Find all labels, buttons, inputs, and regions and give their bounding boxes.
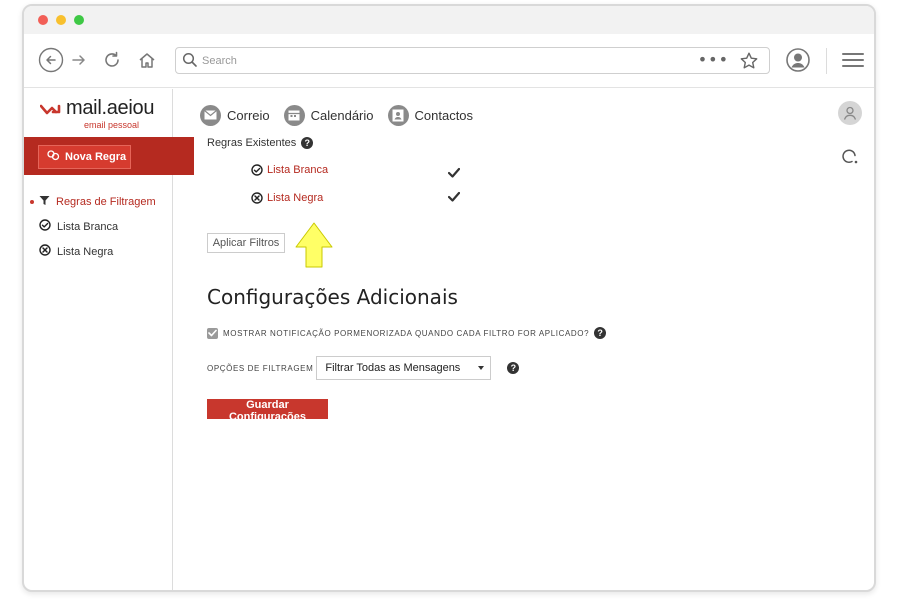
- more-actions-icon[interactable]: •••: [698, 50, 729, 69]
- address-bar[interactable]: •••: [175, 47, 770, 74]
- apply-filters-button[interactable]: Aplicar Filtros: [207, 233, 285, 253]
- help-icon[interactable]: ?: [507, 362, 520, 374]
- enabled-check-icon[interactable]: [447, 163, 461, 182]
- sidebar-item-label: Lista Negra: [57, 245, 114, 258]
- filter-options-row: OPÇÕES DE FILTRAGEM Filtrar Todas as Men…: [207, 356, 520, 380]
- calendar-icon: [283, 104, 305, 126]
- back-icon[interactable]: [38, 47, 64, 73]
- top-navigation: Correio Calendário Contactos: [200, 103, 473, 127]
- mail-icon: [200, 104, 221, 126]
- filter-options-value: Filtrar Todas as Mensagens: [325, 362, 461, 374]
- minimize-window-button[interactable]: [56, 15, 66, 25]
- search-input[interactable]: [202, 51, 682, 70]
- rule-link-whitelist[interactable]: Lista Branca: [267, 164, 328, 176]
- search-icon: [182, 52, 198, 72]
- caret-down-icon: [478, 366, 485, 370]
- contacts-icon: [387, 104, 409, 126]
- sidebar-item-whitelist[interactable]: Lista Branca: [24, 214, 173, 239]
- pointer-arrow-icon: [292, 221, 336, 275]
- help-icon[interactable]: ?: [301, 137, 314, 149]
- new-rule-band: Nova Regra: [24, 137, 194, 175]
- sidebar-menu: Regras de Filtragem Lista Branca Lista N…: [24, 189, 173, 264]
- nav-label: Calendário: [310, 107, 374, 123]
- mail-app: mail.aeiou email pessoal Nova Regra Regr…: [24, 89, 874, 590]
- notify-checkbox[interactable]: [207, 327, 218, 339]
- logo-tagline: email pessoal: [84, 120, 140, 130]
- sidebar-item-filter-rules[interactable]: Regras de Filtragem: [24, 189, 173, 214]
- rule-link-blacklist[interactable]: Lista Negra: [267, 192, 323, 204]
- active-bullet: [30, 200, 34, 204]
- nav-label: Correio: [227, 107, 270, 123]
- sidebar-item-blacklist[interactable]: Lista Negra: [24, 239, 173, 264]
- existing-rules-heading: Regras Existentes ?: [207, 137, 807, 149]
- toolbar-separator: [826, 48, 827, 74]
- title-bar: [24, 6, 874, 34]
- sidebar-item-label: Lista Branca: [57, 220, 119, 233]
- save-settings-button[interactable]: Guardar Configurações: [207, 399, 328, 423]
- new-rule-icon: [47, 150, 60, 164]
- existing-rules-label: Regras Existentes: [207, 137, 297, 149]
- enabled-check-icon[interactable]: [447, 187, 461, 206]
- browser-toolbar: •••: [24, 34, 874, 88]
- logo-mark-icon: [39, 102, 62, 121]
- nav-item-calendar[interactable]: Calendário: [283, 103, 374, 127]
- reload-icon[interactable]: [99, 47, 125, 73]
- browser-window: ••• mail.aeiou email pessoal: [22, 4, 876, 592]
- config-title: Configurações Adicionais: [207, 285, 458, 309]
- forward-icon[interactable]: [66, 47, 92, 73]
- star-icon[interactable]: [739, 51, 759, 75]
- home-icon[interactable]: [134, 47, 160, 73]
- hamburger-menu-icon[interactable]: [840, 47, 866, 73]
- rule-row-blacklist: Lista Negra: [251, 189, 461, 208]
- sidebar-item-label: Regras de Filtragem: [56, 195, 156, 208]
- user-avatar-icon[interactable]: [838, 101, 862, 125]
- rule-row-whitelist: Lista Branca: [251, 161, 461, 180]
- help-icon[interactable]: ?: [594, 327, 607, 339]
- filter-icon: [39, 195, 50, 209]
- check-circle-icon: [251, 161, 263, 180]
- loading-spinner-icon: [840, 147, 860, 171]
- new-rule-label: Nova Regra: [65, 151, 127, 163]
- notify-label: MOSTRAR NOTIFICAÇÃO PORMENORIZADA QUANDO…: [223, 328, 590, 338]
- filter-options-label: OPÇÕES DE FILTRAGEM: [207, 363, 314, 373]
- notify-option: MOSTRAR NOTIFICAÇÃO PORMENORIZADA QUANDO…: [207, 327, 607, 339]
- x-circle-icon: [251, 189, 263, 208]
- x-circle-icon: [39, 244, 51, 259]
- nav-label: Contactos: [414, 107, 474, 123]
- main-content: Regras Existentes ? Lista Branca Lista N…: [207, 137, 807, 423]
- close-window-button[interactable]: [38, 15, 48, 25]
- account-icon[interactable]: [785, 47, 811, 73]
- logo[interactable]: mail.aeiou email pessoal: [39, 95, 170, 135]
- filter-options-select[interactable]: Filtrar Todas as Mensagens: [316, 356, 492, 380]
- maximize-window-button[interactable]: [74, 15, 84, 25]
- nav-item-contacts[interactable]: Contactos: [387, 103, 474, 127]
- check-circle-icon: [39, 219, 51, 234]
- logo-name: mail.aeiou: [66, 97, 155, 119]
- new-rule-button[interactable]: Nova Regra: [38, 145, 131, 169]
- sidebar: mail.aeiou email pessoal Nova Regra Regr…: [24, 89, 194, 590]
- nav-item-mail[interactable]: Correio: [200, 103, 270, 127]
